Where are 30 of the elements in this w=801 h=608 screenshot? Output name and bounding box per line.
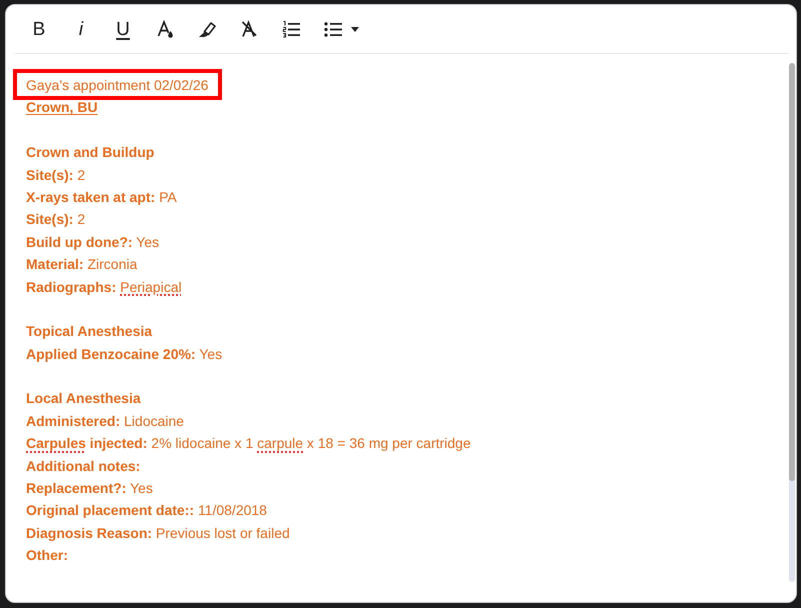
- scrollbar-track[interactable]: [789, 63, 795, 582]
- note-field: X-rays taken at apt: PA: [26, 188, 177, 205]
- highlighter-icon: [198, 20, 216, 38]
- note-field: Carpules injected: 2% lidocaine x 1 carpule x 18 = 36 mg per cartridge: [26, 435, 471, 452]
- note-field: Radiographs: Periapical: [26, 278, 182, 295]
- note-field: Other:: [26, 547, 68, 564]
- note-field: Diagnosis Reason: Previous lost or failed: [26, 524, 290, 541]
- numbered-list-icon: [282, 20, 300, 38]
- section-heading: Crown, BU: [26, 99, 98, 116]
- note-field: Site(s): 2: [26, 211, 86, 228]
- note-field: Site(s): 2: [26, 166, 86, 183]
- note-field: Original placement date:: 11/08/2018: [26, 502, 267, 518]
- note-field: Applied Benzocaine 20%: Yes: [26, 346, 222, 362]
- section-heading: Local Anesthesia: [26, 390, 141, 406]
- caret-icon: [351, 26, 359, 32]
- font-color-icon: [156, 20, 174, 38]
- bold-button[interactable]: B: [18, 13, 60, 45]
- scrollbar-thumb[interactable]: [789, 63, 795, 481]
- note-field: Build up done?: Yes: [26, 234, 160, 250]
- section-heading: Crown and Buildup: [26, 144, 154, 160]
- note-field: Administered: Lidocaine: [26, 412, 184, 429]
- italic-button[interactable]: i: [60, 13, 102, 45]
- note-field: Material: Zirconia: [26, 256, 138, 272]
- note-field: Replacement?: Yes: [26, 480, 153, 496]
- clear-formatting-icon: [240, 20, 258, 38]
- section-heading: Topical Anesthesia: [26, 323, 152, 340]
- bullet-list-icon: [324, 20, 342, 38]
- note-title: Gaya's appointment 02/02/26: [26, 77, 208, 93]
- underline-button[interactable]: U: [102, 13, 144, 45]
- note-field: Additional notes:: [26, 458, 140, 474]
